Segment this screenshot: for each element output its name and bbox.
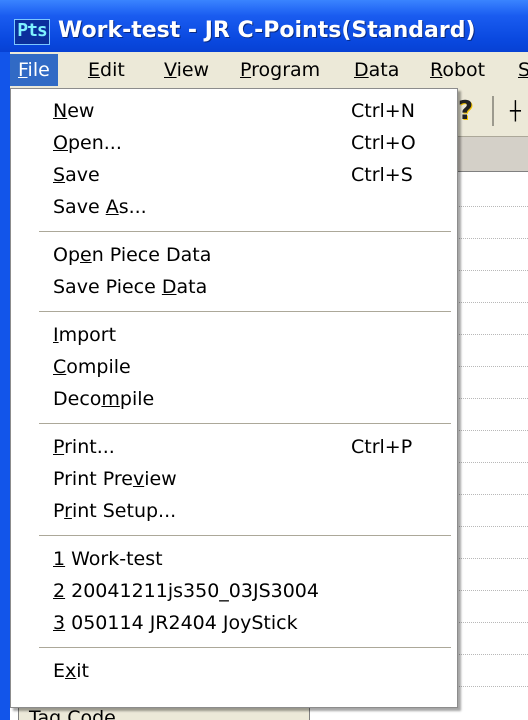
app-logo-icon: Pts [14, 19, 50, 45]
menu-item-label: 2 20041211js350_03JS3004 [53, 580, 319, 602]
menu-file[interactable]: File [10, 54, 58, 86]
file-menu-item-compile[interactable]: Compile [11, 351, 457, 383]
menu-item-label: 1 Work-test [53, 548, 163, 570]
menu-item-label: Print... [53, 436, 115, 458]
menu-item-label: Print Setup... [53, 500, 177, 522]
menu-item-shortcut: Ctrl+S [351, 164, 413, 186]
menu-label-rest: ile [27, 59, 50, 81]
menu-item-label: Import [53, 324, 117, 346]
file-menu-item-print-setup[interactable]: Print Setup... [11, 495, 457, 527]
toolbar-partial-icon[interactable]: ┼ [510, 100, 521, 124]
menu-item-label: 3 050114 JR2404 JoyStick [53, 612, 298, 634]
file-menu-item-save[interactable]: Save Ctrl+S [11, 159, 457, 191]
file-menu-item-1-work-test[interactable]: 1 Work-test [11, 543, 457, 575]
title-bar[interactable]: Pts Work-test - JR C-Points(Standard) [0, 0, 528, 52]
menu-s[interactable]: S [510, 54, 528, 86]
help-icon[interactable]: ? [458, 96, 484, 126]
menu-mnemonic: F [18, 59, 28, 81]
menu-item-label: Save [53, 164, 100, 186]
toolbar-separator [492, 96, 494, 126]
file-menu-item-2-20041211js350-03js3004[interactable]: 2 20041211js350_03JS3004 [11, 575, 457, 607]
file-menu-item-print-preview[interactable]: Print Preview [11, 463, 457, 495]
menu-separator [39, 647, 451, 648]
window-title: Work-test - JR C-Points(Standard) [58, 18, 476, 43]
menu-item-label: Open... [53, 132, 122, 154]
menu-label-rest: iew [176, 59, 210, 81]
menu-item-label: Save As... [53, 196, 147, 218]
file-menu-item-open[interactable]: Open... Ctrl+O [11, 127, 457, 159]
menu-program[interactable]: Program [232, 54, 328, 86]
file-menu-item-save-as[interactable]: Save As... [11, 191, 457, 223]
menu-mnemonic: D [354, 59, 369, 81]
file-menu-item-new[interactable]: New Ctrl+N [11, 95, 457, 127]
menu-edit[interactable]: Edit [80, 54, 133, 86]
menu-data[interactable]: Data [346, 54, 407, 86]
menu-mnemonic: R [430, 59, 443, 81]
menu-item-shortcut: Ctrl+P [351, 436, 413, 458]
file-menu-dropdown: New Ctrl+N Open... Ctrl+O Save Ctrl+S Save As.… [10, 88, 458, 708]
menu-item-label: Decompile [53, 388, 155, 410]
menu-item-label: Print Preview [53, 468, 177, 490]
menu-label-rest: dit [100, 59, 125, 81]
menu-mnemonic: V [164, 59, 177, 81]
menu-mnemonic: P [240, 59, 252, 81]
menu-item-label: Exit [53, 660, 89, 682]
menu-separator [39, 231, 451, 232]
file-menu-item-save-piece-data[interactable]: Save Piece Data [11, 271, 457, 303]
menu-label-rest: obot [442, 59, 486, 81]
menu-item-shortcut: Ctrl+O [351, 132, 416, 154]
menu-item-label: Save Piece Data [53, 276, 208, 298]
menu-separator [39, 311, 451, 312]
menu-label-rest: ata [368, 59, 400, 81]
menu-bar: File Edit View Program Data Robot S [10, 52, 528, 88]
menu-item-label: Compile [53, 356, 131, 378]
file-menu-item-exit[interactable]: Exit [11, 655, 457, 687]
file-menu-item-open-piece-data[interactable]: Open Piece Data [11, 239, 457, 271]
menu-robot[interactable]: Robot [422, 54, 493, 86]
file-menu-item-decompile[interactable]: Decompile [11, 383, 457, 415]
menu-item-label: New [53, 100, 95, 122]
menu-view[interactable]: View [156, 54, 217, 86]
menu-item-label: Open Piece Data [53, 244, 212, 266]
file-menu-item-import[interactable]: Import [11, 319, 457, 351]
menu-separator [39, 423, 451, 424]
menu-label-rest: rogram [251, 59, 321, 81]
menu-separator [39, 535, 451, 536]
menu-item-shortcut: Ctrl+N [351, 100, 415, 122]
file-menu-item-print[interactable]: Print... Ctrl+P [11, 431, 457, 463]
file-menu-item-3-050114-jr2404-joystick[interactable]: 3 050114 JR2404 JoyStick [11, 607, 457, 639]
menu-mnemonic: S [518, 59, 528, 81]
menu-mnemonic: E [88, 59, 101, 81]
